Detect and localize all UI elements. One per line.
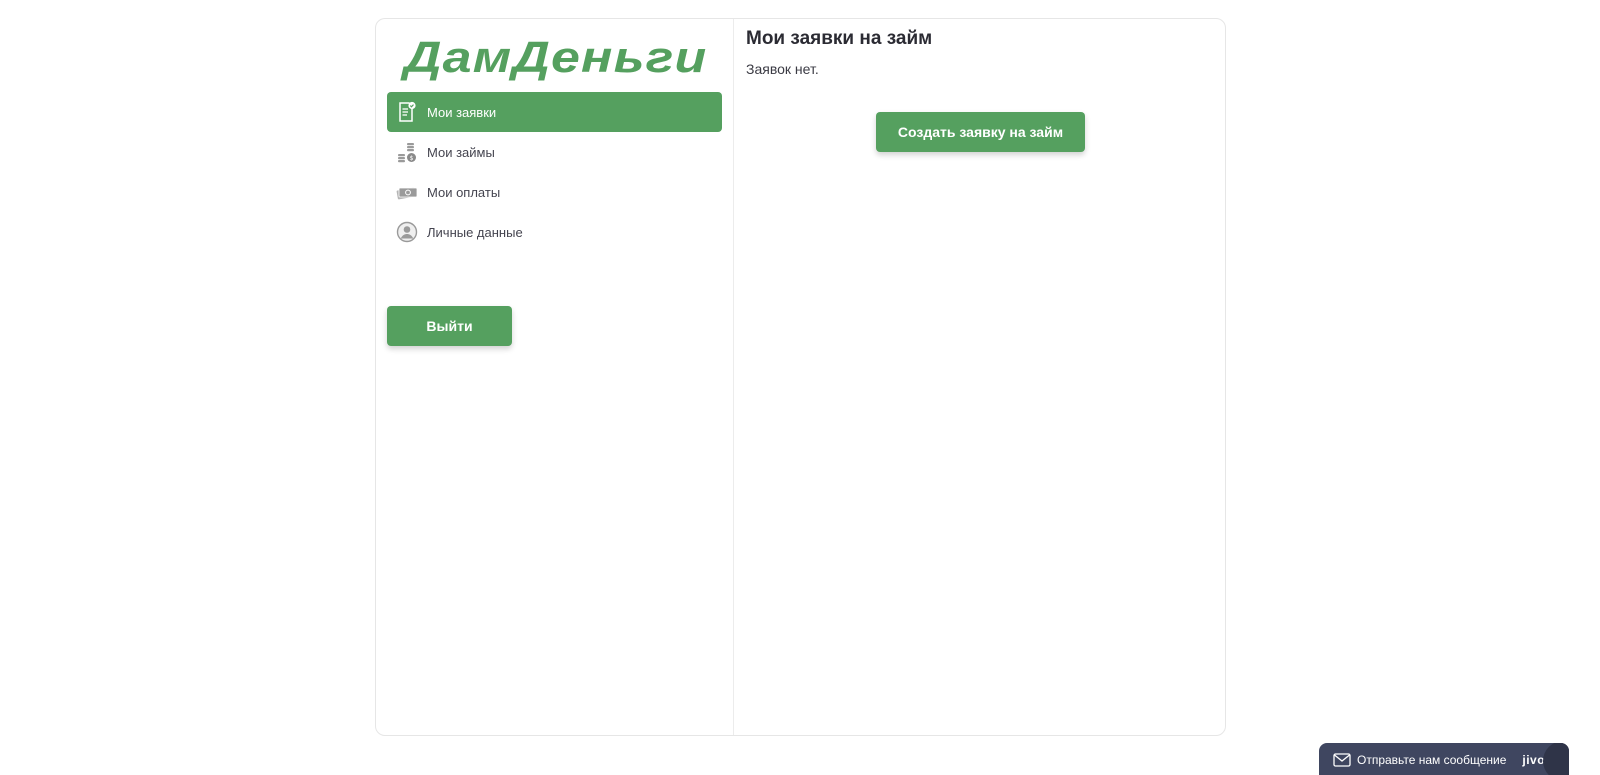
chat-widget-corner <box>1543 743 1569 775</box>
mail-icon <box>1333 753 1357 770</box>
main-content: Мои заявки на займ Заявок нет. Создать з… <box>734 19 1225 735</box>
logout-button[interactable]: Выйти <box>387 306 512 346</box>
empty-state-text: Заявок нет. <box>746 61 819 77</box>
logo[interactable]: ДамДеньги <box>404 33 707 83</box>
sidebar-item-loans[interactable]: $ Мои займы <box>387 132 722 172</box>
sidebar: ДамДеньги Мои заявки $ Мои займы Мои опл… <box>376 19 734 735</box>
sidebar-nav: Мои заявки $ Мои займы Мои оплаты Личные… <box>387 92 722 252</box>
coins-stack-icon: $ <box>396 141 418 163</box>
sidebar-item-label: Мои заявки <box>427 104 497 120</box>
sidebar-item-label: Личные данные <box>427 224 523 240</box>
sidebar-item-payments[interactable]: Мои оплаты <box>387 172 722 212</box>
chat-widget-brand: jivo <box>1522 753 1546 767</box>
account-card: ДамДеньги Мои заявки $ Мои займы Мои опл… <box>375 18 1226 736</box>
user-avatar-icon <box>396 221 418 243</box>
page: ДамДеньги Мои заявки $ Мои займы Мои опл… <box>0 0 1600 775</box>
sidebar-item-personal-data[interactable]: Личные данные <box>387 212 722 252</box>
sidebar-item-label: Мои займы <box>427 144 495 160</box>
svg-text:$: $ <box>410 155 414 162</box>
sidebar-item-label: Мои оплаты <box>427 184 501 200</box>
chat-widget-label: Отправьте нам сообщение <box>1357 753 1507 767</box>
chat-widget[interactable]: Отправьте нам сообщение jivo <box>1319 743 1569 775</box>
page-title: Мои заявки на займ <box>746 28 933 49</box>
sidebar-item-applications[interactable]: Мои заявки <box>387 92 722 132</box>
application-document-icon <box>396 101 418 123</box>
create-application-button[interactable]: Создать заявку на займ <box>876 112 1085 152</box>
banknotes-icon <box>396 181 418 203</box>
